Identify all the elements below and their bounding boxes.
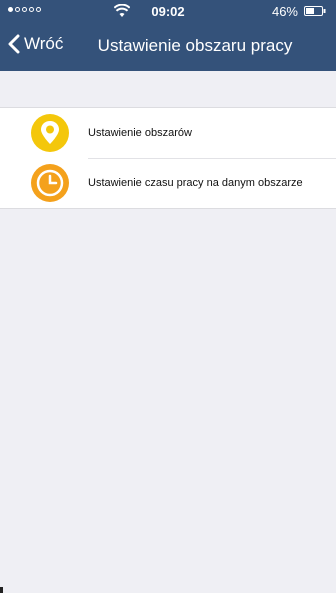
- navigation-bar: Wróć Ustawienie obszaru pracy: [0, 22, 336, 71]
- screen: 09:02 46% Wróć Ustawienie obszaru pracy: [0, 0, 336, 593]
- header: 09:02 46% Wróć Ustawienie obszaru pracy: [0, 0, 336, 71]
- settings-list: Ustawienie obszarów Ustawienie czasu pra…: [0, 107, 336, 209]
- back-button[interactable]: Wróć: [8, 34, 63, 54]
- status-bar: 09:02 46%: [0, 0, 336, 22]
- back-label: Wróć: [24, 34, 64, 53]
- list-item-label: Ustawienie obszarów: [88, 127, 192, 139]
- chevron-left-icon: [8, 34, 20, 54]
- location-pin-icon: [30, 113, 70, 153]
- battery-icon: [304, 6, 326, 16]
- corner-mark: [0, 587, 3, 593]
- list-item-area-settings[interactable]: Ustawienie obszarów: [0, 108, 336, 158]
- list-item-label: Ustawienie czasu pracy na danym obszarze: [88, 177, 303, 189]
- list-item-work-time-settings[interactable]: Ustawienie czasu pracy na danym obszarze: [0, 158, 336, 208]
- page-title: Ustawienie obszaru pracy: [97, 36, 293, 55]
- clock-icon: [30, 163, 70, 203]
- battery-percentage: 46%: [271, 4, 298, 19]
